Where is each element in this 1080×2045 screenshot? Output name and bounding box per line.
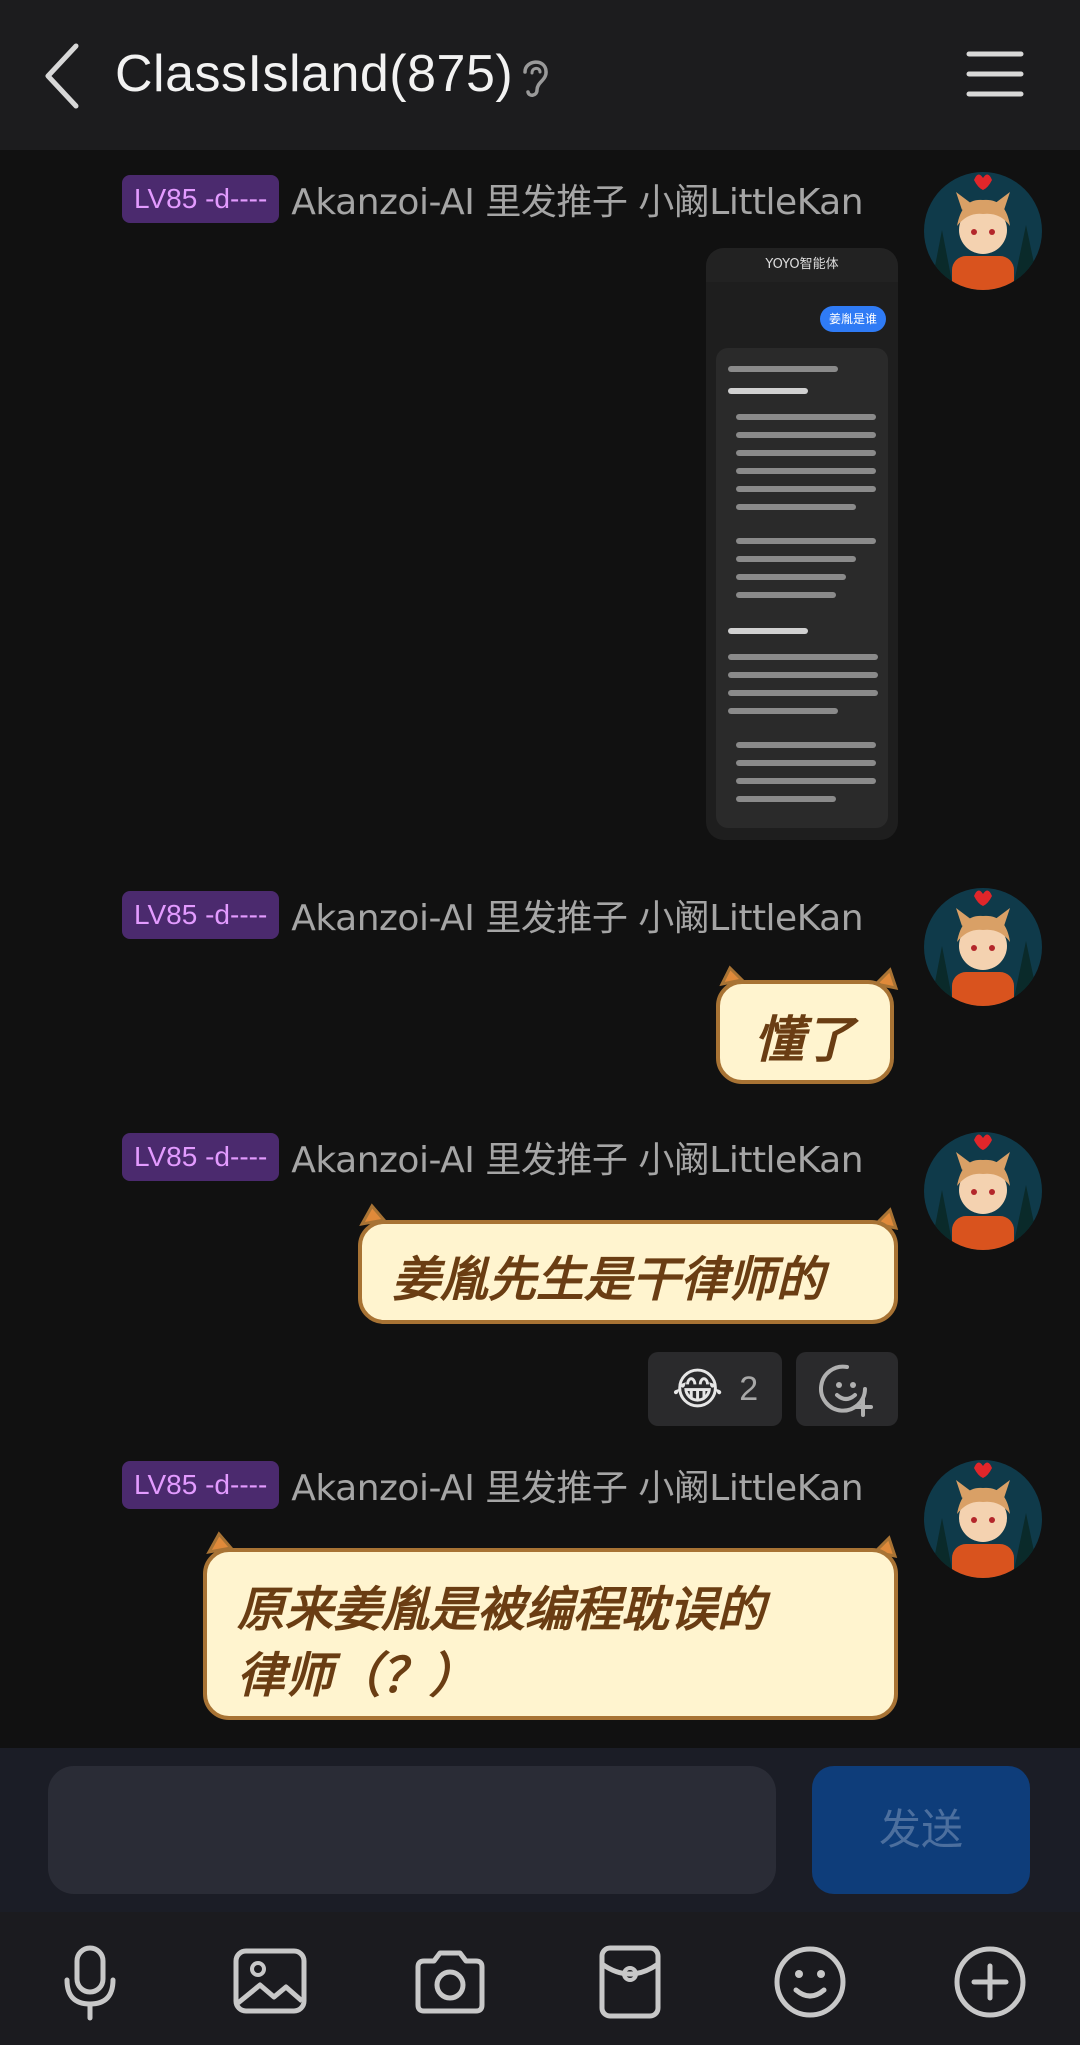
screenshot-app-title: YOYO智能体 [706,248,898,282]
cat-sticker-bubble[interactable]: 姜胤先生是干律师的 [350,1200,910,1330]
text-line [736,574,846,580]
emoji-icon [774,1946,846,2018]
message-header: LV85 -d---- Akanzoi-AI 里发推子 小阚LittleKan [122,1459,864,1511]
more-button[interactable] [950,1942,1030,2022]
emoji-button[interactable] [770,1942,850,2022]
level-badge: LV85 -d---- [122,1133,280,1181]
reaction-chip[interactable]: 😂 2 [648,1352,782,1426]
message-header: LV85 -d---- Akanzoi-AI 里发推子 小阚LittleKan [122,889,864,941]
text-line [728,628,808,634]
message-header: LV85 -d---- Akanzoi-AI 里发推子 小阚LittleKan [122,1131,864,1183]
text-line [736,556,856,562]
add-reaction-button[interactable] [796,1352,898,1426]
camera-icon [415,1950,485,2014]
red-packet-button[interactable] [590,1942,670,2022]
chat-title[interactable]: ClassIsland(875) [115,44,513,104]
text-line [728,366,838,372]
text-line [736,592,836,598]
avatar[interactable] [922,1458,1044,1580]
ear-icon [523,60,548,97]
plus-icon [954,1946,1026,2018]
laughing-emoji-icon: 😂 [671,1363,724,1415]
microphone-icon [64,1945,116,2021]
message-list[interactable]: LV85 -d---- Akanzoi-AI 里发推子 小阚LittleKan … [0,150,1080,1748]
sender-name[interactable]: Akanzoi-AI 里发推子 小阚LittleKan [291,1459,863,1511]
text-line [736,414,876,420]
cat-sticker-bubble[interactable]: 原来姜胤是被编程耽误的 律师（？） [195,1526,910,1726]
avatar[interactable] [922,170,1044,292]
camera-button[interactable] [410,1942,490,2022]
back-arrow-icon[interactable] [38,40,88,112]
text-line [736,742,876,748]
text-line [736,760,876,766]
text-line [728,388,808,394]
text-line [736,486,876,492]
send-button[interactable]: 发送 [812,1766,1030,1894]
text-line [736,450,876,456]
text-line [728,672,878,678]
text-line [736,468,876,474]
image-icon [233,1948,307,2014]
message-input-bar: 发送 [0,1748,1080,1912]
sticker-text: 姜胤先生是干律师的 [392,1252,825,1308]
sender-name[interactable]: Akanzoi-AI 里发推子 小阚LittleKan [291,173,863,225]
avatar[interactable] [922,886,1044,1008]
sender-name[interactable]: Akanzoi-AI 里发推子 小阚LittleKan [291,889,863,941]
text-line [736,538,876,544]
voice-button[interactable] [50,1942,130,2022]
level-badge: LV85 -d---- [122,891,280,939]
sticker-text-line: 原来姜胤是被编程耽误的 [237,1582,766,1638]
text-line [736,432,876,438]
add-reaction-icon [819,1364,873,1417]
input-toolbar [0,1912,1080,2045]
sticker-text: 懂了 [754,1011,854,1069]
text-line [736,778,876,784]
text-line [736,796,836,802]
cat-sticker-bubble[interactable]: 懂了 [700,960,910,1090]
shared-screenshot-image[interactable]: YOYO智能体 姜胤是谁 [706,248,898,840]
message-header: LV85 -d---- Akanzoi-AI 里发推子 小阚LittleKan [122,173,864,225]
sticker-text-line: 律师（？） [237,1648,478,1704]
red-packet-icon [599,1945,661,2019]
level-badge: LV85 -d---- [122,1461,280,1509]
reaction-count: 2 [739,1369,759,1408]
sender-name[interactable]: Akanzoi-AI 里发推子 小阚LittleKan [291,1131,863,1183]
text-line [728,690,878,696]
text-line [728,654,878,660]
menu-icon[interactable] [965,48,1025,100]
avatar[interactable] [922,1130,1044,1252]
chat-header: ClassIsland(875) [0,0,1080,150]
image-button[interactable] [230,1942,310,2022]
level-badge: LV85 -d---- [122,175,280,223]
screenshot-query-bubble: 姜胤是谁 [820,306,886,332]
text-line [728,708,838,714]
screenshot-answer-card [716,348,888,828]
text-line [736,504,856,510]
message-input[interactable] [48,1766,776,1894]
